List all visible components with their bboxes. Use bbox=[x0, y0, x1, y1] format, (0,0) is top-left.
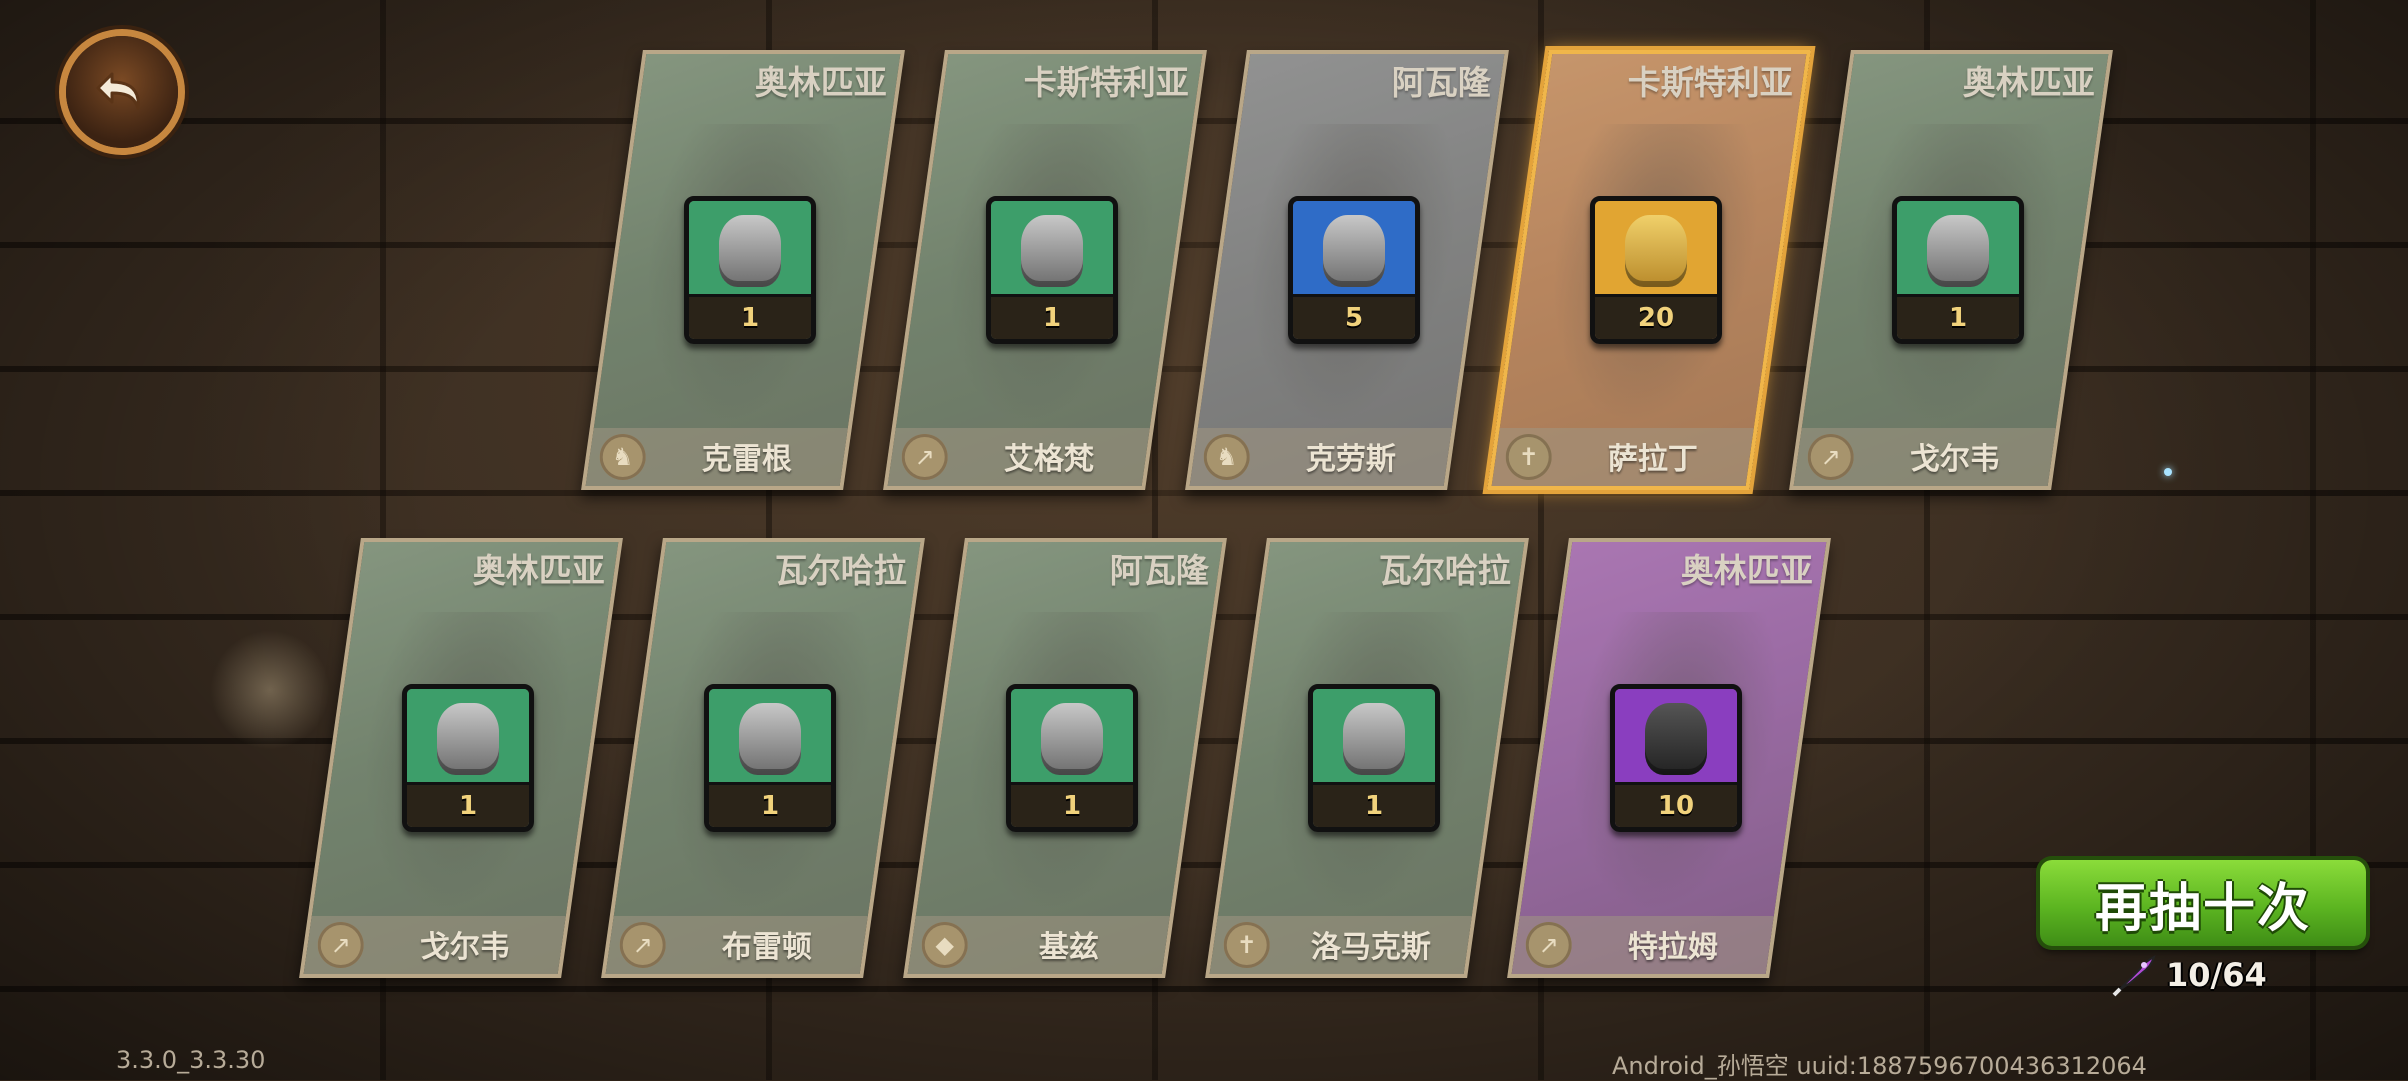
horse-icon: ♞ bbox=[599, 434, 646, 480]
shard-count: 1 bbox=[760, 791, 780, 821]
hero-portrait bbox=[1927, 215, 1989, 287]
region-label: 奥林匹亚 bbox=[1962, 63, 2095, 102]
hero-portrait bbox=[739, 703, 801, 775]
version-text: 3.3.0_3.3.30 bbox=[116, 1046, 266, 1074]
hero-shard: 10 bbox=[1610, 684, 1742, 832]
region-label: 卡斯特利亚 bbox=[1627, 63, 1793, 102]
user-info-text: Android_孙悟空 uuid:1887596700436312064 bbox=[1612, 1052, 2147, 1080]
shard-count: 1 bbox=[458, 791, 478, 821]
region-label: 奥林匹亚 bbox=[472, 551, 605, 590]
shard-art bbox=[1313, 689, 1435, 787]
spear-icon: ↗ bbox=[619, 922, 666, 968]
region-label: 阿瓦隆 bbox=[1109, 551, 1209, 590]
sword-icon: ✝ bbox=[1223, 922, 1270, 968]
hero-portrait bbox=[1323, 215, 1385, 287]
hero-portrait bbox=[1041, 703, 1103, 775]
region-label: 奥林匹亚 bbox=[754, 63, 887, 102]
draw-ten-again-button[interactable]: 再抽十次 bbox=[2040, 860, 2366, 946]
draw-ten-again-label: 再抽十次 bbox=[2094, 878, 2311, 939]
region-label: 奥林匹亚 bbox=[1680, 551, 1813, 590]
rocket-icon bbox=[2112, 955, 2156, 997]
hero-portrait bbox=[1021, 215, 1083, 287]
shard-count: 20 bbox=[1637, 303, 1675, 333]
shard-count: 10 bbox=[1657, 791, 1695, 821]
spear-icon: ↗ bbox=[1807, 434, 1854, 480]
hero-portrait bbox=[1343, 703, 1405, 775]
shard-art bbox=[1293, 201, 1415, 299]
shard-art bbox=[1011, 689, 1133, 787]
hero-shard: 1 bbox=[1308, 684, 1440, 832]
sparkle bbox=[2164, 468, 2172, 476]
hero-name: 特拉姆 bbox=[1627, 930, 1718, 965]
hero-name: 克劳斯 bbox=[1305, 442, 1396, 477]
hero-name: 萨拉丁 bbox=[1607, 442, 1698, 477]
shard-count: 1 bbox=[1062, 791, 1082, 821]
hero-portrait bbox=[719, 215, 781, 287]
hero-shard: 1 bbox=[1006, 684, 1138, 832]
hero-name: 艾格梵 bbox=[1003, 442, 1094, 477]
hero-shard: 5 bbox=[1288, 196, 1420, 344]
draw-cost: 10/64 bbox=[2110, 950, 2267, 1000]
hero-name: 戈尔韦 bbox=[1909, 442, 2000, 477]
shard-art bbox=[1615, 689, 1737, 787]
hero-shard: 1 bbox=[986, 196, 1118, 344]
shard-count: 1 bbox=[1042, 303, 1062, 333]
shard-art bbox=[1897, 201, 2019, 299]
region-label: 瓦尔哈拉 bbox=[774, 551, 907, 590]
hero-shard: 1 bbox=[1892, 196, 2024, 344]
hero-shard: 1 bbox=[704, 684, 836, 832]
shard-art bbox=[1595, 201, 1717, 299]
hero-shard: 1 bbox=[402, 684, 534, 832]
hero-shard: 1 bbox=[684, 196, 816, 344]
region-label: 瓦尔哈拉 bbox=[1378, 551, 1511, 590]
hero-name: 基兹 bbox=[1038, 930, 1099, 965]
shard-count: 1 bbox=[740, 303, 760, 333]
hero-portrait bbox=[1625, 215, 1687, 287]
region-label: 卡斯特利亚 bbox=[1023, 63, 1189, 102]
spear-icon: ↗ bbox=[1525, 922, 1572, 968]
shard-count: 1 bbox=[1948, 303, 1968, 333]
back-arrow-icon bbox=[96, 72, 140, 110]
draw-cost-text: 10/64 bbox=[2166, 956, 2267, 994]
shard-art bbox=[407, 689, 529, 787]
hero-portrait bbox=[437, 703, 499, 775]
shield-icon: ◆ bbox=[921, 922, 968, 968]
shard-art bbox=[709, 689, 831, 787]
shard-count: 5 bbox=[1344, 303, 1364, 333]
hero-name: 洛马克斯 bbox=[1310, 930, 1431, 965]
region-label: 阿瓦隆 bbox=[1391, 63, 1491, 102]
hero-portrait bbox=[1645, 703, 1707, 775]
dust-glow bbox=[210, 630, 330, 750]
hero-name: 布雷顿 bbox=[721, 930, 812, 965]
hero-shard: 20 bbox=[1590, 196, 1722, 344]
shard-art bbox=[991, 201, 1113, 299]
hero-name: 克雷根 bbox=[701, 442, 792, 477]
hero-name: 戈尔韦 bbox=[419, 930, 510, 965]
back-button[interactable] bbox=[66, 36, 178, 148]
shard-art bbox=[689, 201, 811, 299]
spear-icon: ↗ bbox=[901, 434, 948, 480]
sword-icon: ✝ bbox=[1505, 434, 1552, 480]
horse-icon: ♞ bbox=[1203, 434, 1250, 480]
spear-icon: ↗ bbox=[317, 922, 364, 968]
shard-count: 1 bbox=[1364, 791, 1384, 821]
